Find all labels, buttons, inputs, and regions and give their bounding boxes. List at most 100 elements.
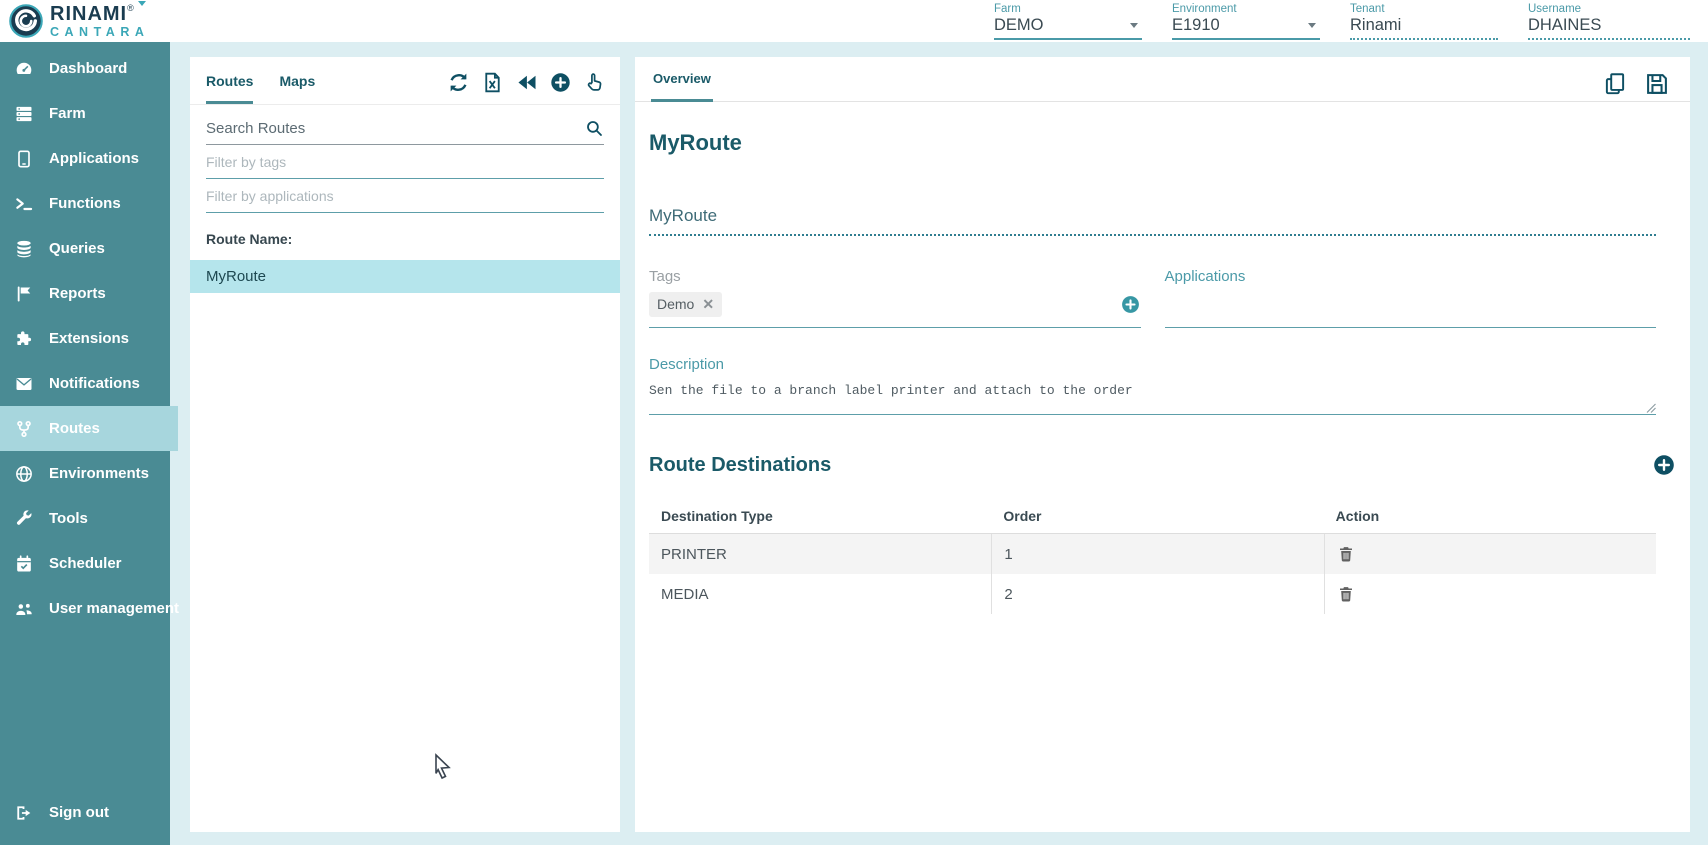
tag-remove-icon[interactable]: ✕ <box>702 296 714 313</box>
rewind-icon[interactable] <box>515 71 538 94</box>
tags-label: Tags <box>649 268 1141 285</box>
routes-list-panel: Routes Maps <box>190 57 620 832</box>
filter-tags-row <box>206 145 604 179</box>
sidebar-item-queries[interactable]: Queries <box>0 226 170 271</box>
sidebar-item-label: Reports <box>49 285 106 302</box>
delete-row-icon[interactable] <box>1337 584 1355 604</box>
sidebar-item-label: Environments <box>49 465 149 482</box>
sidebar-item-extensions[interactable]: Extensions <box>0 316 170 361</box>
envelope-icon <box>14 374 34 394</box>
environment-select[interactable]: Environment E1910 <box>1172 3 1320 40</box>
applications-label: Applications <box>1165 268 1657 285</box>
server-icon <box>14 104 34 124</box>
sidebar-item-label: Tools <box>49 510 88 527</box>
sidebar-item-label: Scheduler <box>49 555 122 572</box>
app-root: RINAMI® CANTARA Farm DEMO Environment E1… <box>0 0 1708 845</box>
wrench-icon <box>14 509 34 529</box>
dashboard-gauge-icon <box>14 59 34 79</box>
cell-order: 1 <box>991 534 1323 574</box>
sidebar-item-label: Farm <box>49 105 86 122</box>
refresh-icon[interactable] <box>447 71 470 94</box>
tablet-icon <box>14 149 34 169</box>
tags-field: Tags Demo ✕ <box>649 268 1141 328</box>
environment-value: E1910 <box>1172 16 1220 35</box>
database-icon <box>14 239 34 259</box>
description-field: Description Sen the file to a branch lab… <box>649 356 1656 415</box>
sidebar-item-dashboard[interactable]: Dashboard <box>0 46 170 91</box>
tab-overview[interactable]: Overview <box>651 71 713 102</box>
cell-destination-type: MEDIA <box>649 574 991 614</box>
sign-out-label: Sign out <box>49 804 109 821</box>
route-name-input[interactable]: MyRoute <box>649 206 1656 236</box>
sidebar-item-reports[interactable]: Reports <box>0 271 170 316</box>
globe-icon <box>14 464 34 484</box>
route-detail-panel: Overview MyRoute MyRoute Tags <box>635 57 1690 832</box>
copy-icon[interactable] <box>1602 71 1628 97</box>
sidebar-item-applications[interactable]: Applications <box>0 136 170 181</box>
route-name-header: Route Name: <box>206 231 604 260</box>
registered-mark: ® <box>127 3 134 13</box>
calendar-check-icon <box>14 554 34 574</box>
description-label: Description <box>649 356 1656 373</box>
workspace: Routes Maps <box>170 42 1708 845</box>
tenant-field[interactable]: Tenant Rinami <box>1350 3 1498 40</box>
username-field[interactable]: Username DHAINES <box>1528 3 1690 40</box>
sidebar-item-label: Functions <box>49 195 121 212</box>
brand-name: RINAMI <box>50 3 127 25</box>
cell-destination-type: PRINTER <box>649 534 991 574</box>
route-destinations-heading: Route Destinations <box>649 454 831 477</box>
brand-breve-decoration <box>138 1 146 6</box>
save-icon[interactable] <box>1644 71 1670 97</box>
sidebar-item-label: Queries <box>49 240 105 257</box>
filter-applications-input[interactable] <box>206 188 604 204</box>
add-icon[interactable] <box>549 71 572 94</box>
sidebar-item-environments[interactable]: Environments <box>0 451 170 496</box>
chevron-down-icon <box>1308 23 1316 28</box>
hand-icon[interactable] <box>583 71 606 94</box>
flag-icon <box>14 284 34 304</box>
search-routes-input[interactable] <box>206 120 566 137</box>
farm-select[interactable]: Farm DEMO <box>994 3 1142 40</box>
sidebar-item-routes[interactable]: Routes <box>0 406 178 451</box>
terminal-icon <box>14 194 34 214</box>
sidebar-item-user-management[interactable]: User management <box>0 586 170 631</box>
tenant-label: Tenant <box>1350 3 1498 15</box>
applications-field[interactable]: Applications <box>1165 268 1657 328</box>
filter-tags-input[interactable] <box>206 154 604 170</box>
add-destination-icon[interactable] <box>1652 453 1676 477</box>
destinations-table: Destination Type Order Action PRINTER 1 <box>649 499 1656 614</box>
search-routes-row <box>206 119 604 145</box>
sign-out-button[interactable]: Sign out <box>0 790 170 835</box>
brand-subname: CANTARA <box>50 26 149 39</box>
tab-maps[interactable]: Maps <box>279 73 315 104</box>
username-label: Username <box>1528 3 1690 15</box>
puzzle-icon <box>14 329 34 349</box>
brand-logo: RINAMI® CANTARA <box>8 3 149 39</box>
chevron-down-icon <box>1130 23 1138 28</box>
delete-row-icon[interactable] <box>1337 544 1355 564</box>
search-icon[interactable] <box>585 119 604 138</box>
top-bar: RINAMI® CANTARA Farm DEMO Environment E1… <box>0 0 1708 42</box>
sidebar-item-farm[interactable]: Farm <box>0 91 170 136</box>
sidebar-item-tools[interactable]: Tools <box>0 496 170 541</box>
tenant-value: Rinami <box>1350 16 1401 35</box>
tag-chip[interactable]: Demo ✕ <box>649 292 722 317</box>
add-tag-icon[interactable] <box>1120 294 1141 315</box>
route-list-item-selected[interactable]: MyRoute <box>190 260 620 293</box>
table-row: PRINTER 1 <box>649 534 1656 574</box>
sidebar-item-scheduler[interactable]: Scheduler <box>0 541 170 586</box>
sidebar-item-label: Routes <box>49 420 100 437</box>
sidebar-item-functions[interactable]: Functions <box>0 181 170 226</box>
page-title: MyRoute <box>649 130 1656 156</box>
description-textarea[interactable]: Sen the file to a branch label printer a… <box>649 383 1656 398</box>
rinami-logo-icon <box>8 3 44 39</box>
sidebar-item-notifications[interactable]: Notifications <box>0 361 170 406</box>
sidebar-item-label: User management <box>49 600 179 617</box>
sidebar-nav: Dashboard Farm Applications Functions Qu… <box>0 42 170 845</box>
resize-handle-icon[interactable] <box>1646 403 1656 413</box>
excel-export-icon[interactable] <box>481 71 504 94</box>
farm-label: Farm <box>994 3 1142 15</box>
col-destination-type: Destination Type <box>649 499 991 533</box>
tab-routes[interactable]: Routes <box>206 73 253 104</box>
username-value: DHAINES <box>1528 16 1601 35</box>
